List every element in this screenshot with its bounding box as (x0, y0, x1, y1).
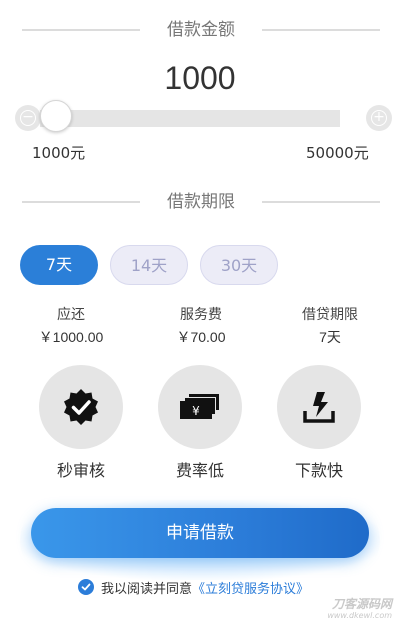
banknote-icon: ¥ (180, 393, 220, 419)
divider (262, 201, 380, 203)
term-option-7-days[interactable]: 7天 (20, 245, 98, 285)
summary-service-fee: 服务费 ￥70.00 (141, 306, 261, 346)
term-section-header: 借款期限 (0, 190, 400, 214)
summary-value: ￥1000.00 (38, 329, 104, 345)
slider-max-label: 50000元 (306, 144, 369, 162)
summary-repayment: 应还 ￥1000.00 (11, 306, 131, 346)
badge-check-icon (64, 389, 98, 425)
watermark-url: www.dkewl.com (327, 611, 392, 620)
agreement-row: 我以阅读并同意 《立刻贷服务协议》 (78, 577, 309, 597)
feature-icon-circle (39, 365, 123, 449)
loan-amount-value: 1000 (164, 60, 236, 96)
checkmark-icon (81, 583, 91, 591)
apply-loan-button[interactable]: 申请借款 (31, 508, 369, 558)
amount-slider-track[interactable] (40, 110, 340, 127)
feature-label: 费率低 (175, 461, 224, 480)
minus-icon: − (20, 110, 36, 126)
feature-label: 秒审核 (56, 461, 105, 480)
summary-loan-term: 借贷期限 7天 (270, 306, 390, 346)
feature-fast-payout: 下款快 (277, 365, 361, 481)
summary-label: 服务费 (180, 307, 222, 323)
amount-slider-handle[interactable] (40, 100, 72, 132)
summary-value: ￥70.00 (176, 329, 226, 345)
feature-low-fee: ¥ 费率低 (158, 365, 242, 481)
increase-amount-button[interactable]: + (366, 105, 392, 131)
summary-label: 借贷期限 (302, 307, 358, 323)
term-option-30-days[interactable]: 30天 (200, 245, 278, 285)
divider (22, 29, 140, 31)
slider-min-label: 1000元 (32, 144, 86, 162)
agreement-text: 我以阅读并同意 (101, 581, 193, 597)
amount-section-title: 借款金额 (167, 20, 235, 40)
feature-icon-circle: ¥ (158, 365, 242, 449)
amount-section-header: 借款金额 (0, 18, 400, 42)
summary-value: 7天 (319, 329, 341, 345)
agreement-checkbox[interactable] (78, 579, 94, 595)
watermark-title: 刀客源码网 (331, 597, 392, 611)
svg-text:¥: ¥ (192, 404, 200, 418)
site-watermark: 刀客源码网 www.dkewl.com (327, 598, 392, 621)
feature-icon-circle (277, 365, 361, 449)
lightning-download-icon (303, 392, 335, 423)
feature-fast-review: 秒审核 (39, 365, 123, 481)
divider (22, 201, 140, 203)
service-agreement-link[interactable]: 《立刻贷服务协议》 (192, 578, 309, 597)
summary-label: 应还 (57, 307, 85, 323)
feature-label: 下款快 (294, 461, 343, 480)
term-option-14-days[interactable]: 14天 (110, 245, 188, 285)
divider (262, 29, 380, 31)
decrease-amount-button[interactable]: − (15, 105, 41, 131)
plus-icon: + (371, 110, 387, 126)
term-section-title: 借款期限 (167, 192, 235, 212)
